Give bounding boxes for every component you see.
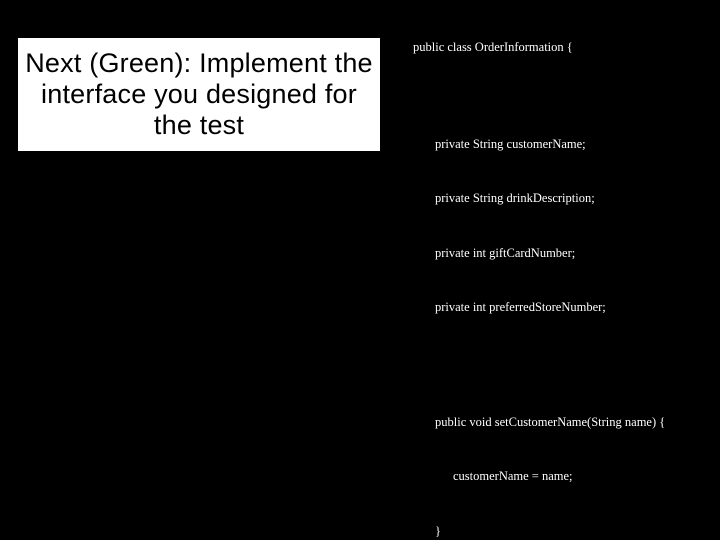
code-line: public class OrderInformation { <box>395 38 717 56</box>
code-line: private int giftCardNumber; <box>395 244 717 262</box>
code-blank <box>395 93 717 99</box>
code-blank <box>395 352 717 358</box>
slide-title: Next (Green): Implement the interface yo… <box>18 38 380 151</box>
code-line: } <box>395 522 717 540</box>
code-line: customerName = name; <box>395 467 717 485</box>
code-line: public void setCustomerName(String name)… <box>395 413 717 431</box>
slide: Next (Green): Implement the interface yo… <box>0 0 720 540</box>
code-line: private String customerName; <box>395 135 717 153</box>
code-line: private int preferredStoreNumber; <box>395 298 717 316</box>
code-block: public class OrderInformation { private … <box>395 2 717 540</box>
code-line: private String drinkDescription; <box>395 189 717 207</box>
